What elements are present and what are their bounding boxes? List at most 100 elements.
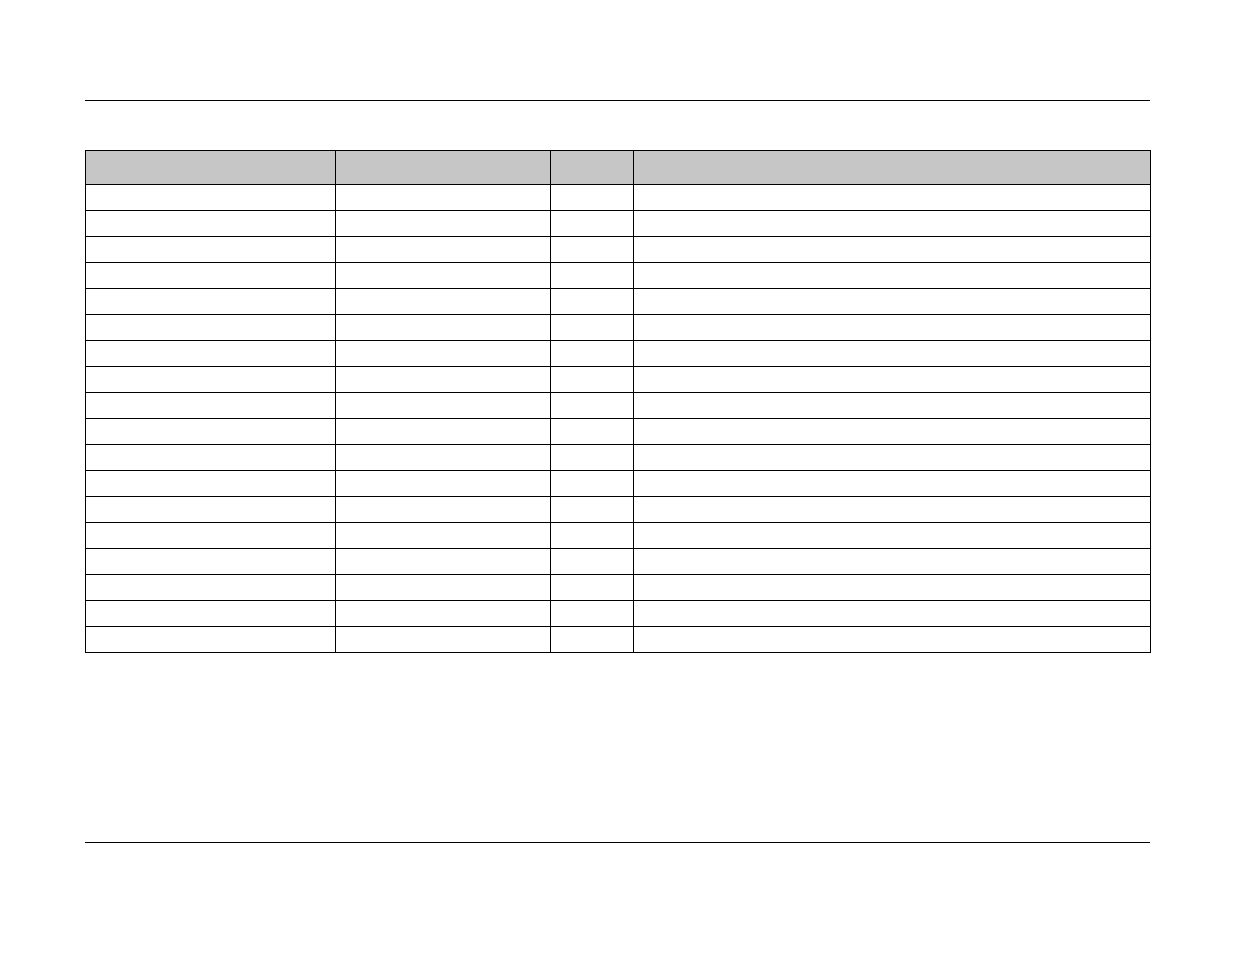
- table-cell: [86, 497, 336, 523]
- table-cell: [86, 211, 336, 237]
- table-row: [86, 445, 1151, 471]
- table-header-cell: [86, 151, 336, 185]
- table-cell: [634, 185, 1151, 211]
- table-cell: [86, 471, 336, 497]
- table-cell: [551, 575, 634, 601]
- table-cell: [336, 263, 551, 289]
- table-row: [86, 471, 1151, 497]
- table-row: [86, 315, 1151, 341]
- table-cell: [634, 211, 1151, 237]
- table-cell: [336, 549, 551, 575]
- table-cell: [86, 393, 336, 419]
- table-cell: [551, 497, 634, 523]
- table-cell: [86, 263, 336, 289]
- table-cell: [86, 419, 336, 445]
- table-cell: [336, 471, 551, 497]
- table-cell: [86, 445, 336, 471]
- table-cell: [336, 393, 551, 419]
- table-cell: [336, 627, 551, 653]
- table-cell: [336, 185, 551, 211]
- table-cell: [551, 315, 634, 341]
- table-cell: [86, 341, 336, 367]
- table-header-cell: [634, 151, 1151, 185]
- table-cell: [86, 549, 336, 575]
- table-cell: [634, 237, 1151, 263]
- table-cell: [551, 549, 634, 575]
- table-cell: [634, 289, 1151, 315]
- table-cell: [336, 497, 551, 523]
- table-cell: [634, 523, 1151, 549]
- table-body: [86, 185, 1151, 653]
- table-cell: [551, 263, 634, 289]
- document-page: [0, 0, 1235, 954]
- table-cell: [336, 575, 551, 601]
- table-cell: [634, 315, 1151, 341]
- table-cell: [551, 237, 634, 263]
- table-cell: [86, 367, 336, 393]
- table-header-cell: [336, 151, 551, 185]
- table-cell: [551, 185, 634, 211]
- table-cell: [634, 367, 1151, 393]
- table-row: [86, 601, 1151, 627]
- table-cell: [86, 289, 336, 315]
- table-cell: [86, 601, 336, 627]
- table-cell: [634, 627, 1151, 653]
- table-cell: [551, 393, 634, 419]
- table-cell: [336, 237, 551, 263]
- table-cell: [551, 341, 634, 367]
- table-cell: [551, 367, 634, 393]
- table-cell: [634, 549, 1151, 575]
- table-cell: [336, 289, 551, 315]
- table-cell: [86, 627, 336, 653]
- table-header-row: [86, 151, 1151, 185]
- table-cell: [336, 367, 551, 393]
- table-cell: [551, 627, 634, 653]
- table-cell: [551, 471, 634, 497]
- table-header-cell: [551, 151, 634, 185]
- table-row: [86, 575, 1151, 601]
- table-cell: [551, 289, 634, 315]
- table-cell: [634, 341, 1151, 367]
- header-divider: [85, 100, 1150, 101]
- table-cell: [336, 315, 551, 341]
- table-cell: [634, 445, 1151, 471]
- table-cell: [336, 211, 551, 237]
- table-cell: [336, 341, 551, 367]
- table-cell: [86, 315, 336, 341]
- table-row: [86, 237, 1151, 263]
- table-cell: [336, 445, 551, 471]
- table-row: [86, 393, 1151, 419]
- table-row: [86, 523, 1151, 549]
- table-cell: [634, 575, 1151, 601]
- table-cell: [86, 575, 336, 601]
- table-row: [86, 627, 1151, 653]
- table-cell: [634, 497, 1151, 523]
- table-row: [86, 185, 1151, 211]
- table-cell: [551, 419, 634, 445]
- table-cell: [336, 419, 551, 445]
- table-cell: [634, 263, 1151, 289]
- footer-divider: [85, 842, 1150, 843]
- table-cell: [86, 523, 336, 549]
- table-row: [86, 341, 1151, 367]
- table-cell: [336, 601, 551, 627]
- table-row: [86, 289, 1151, 315]
- table-cell: [634, 601, 1151, 627]
- table-cell: [86, 185, 336, 211]
- main-table-container: [85, 150, 1150, 653]
- table-row: [86, 263, 1151, 289]
- table-cell: [551, 601, 634, 627]
- table-cell: [551, 445, 634, 471]
- table-cell: [634, 471, 1151, 497]
- table-row: [86, 419, 1151, 445]
- table-cell: [86, 237, 336, 263]
- table-cell: [551, 211, 634, 237]
- table-row: [86, 497, 1151, 523]
- table-cell: [551, 523, 634, 549]
- table-cell: [634, 419, 1151, 445]
- table-row: [86, 549, 1151, 575]
- table-cell: [336, 523, 551, 549]
- table-row: [86, 367, 1151, 393]
- table-row: [86, 211, 1151, 237]
- table-cell: [634, 393, 1151, 419]
